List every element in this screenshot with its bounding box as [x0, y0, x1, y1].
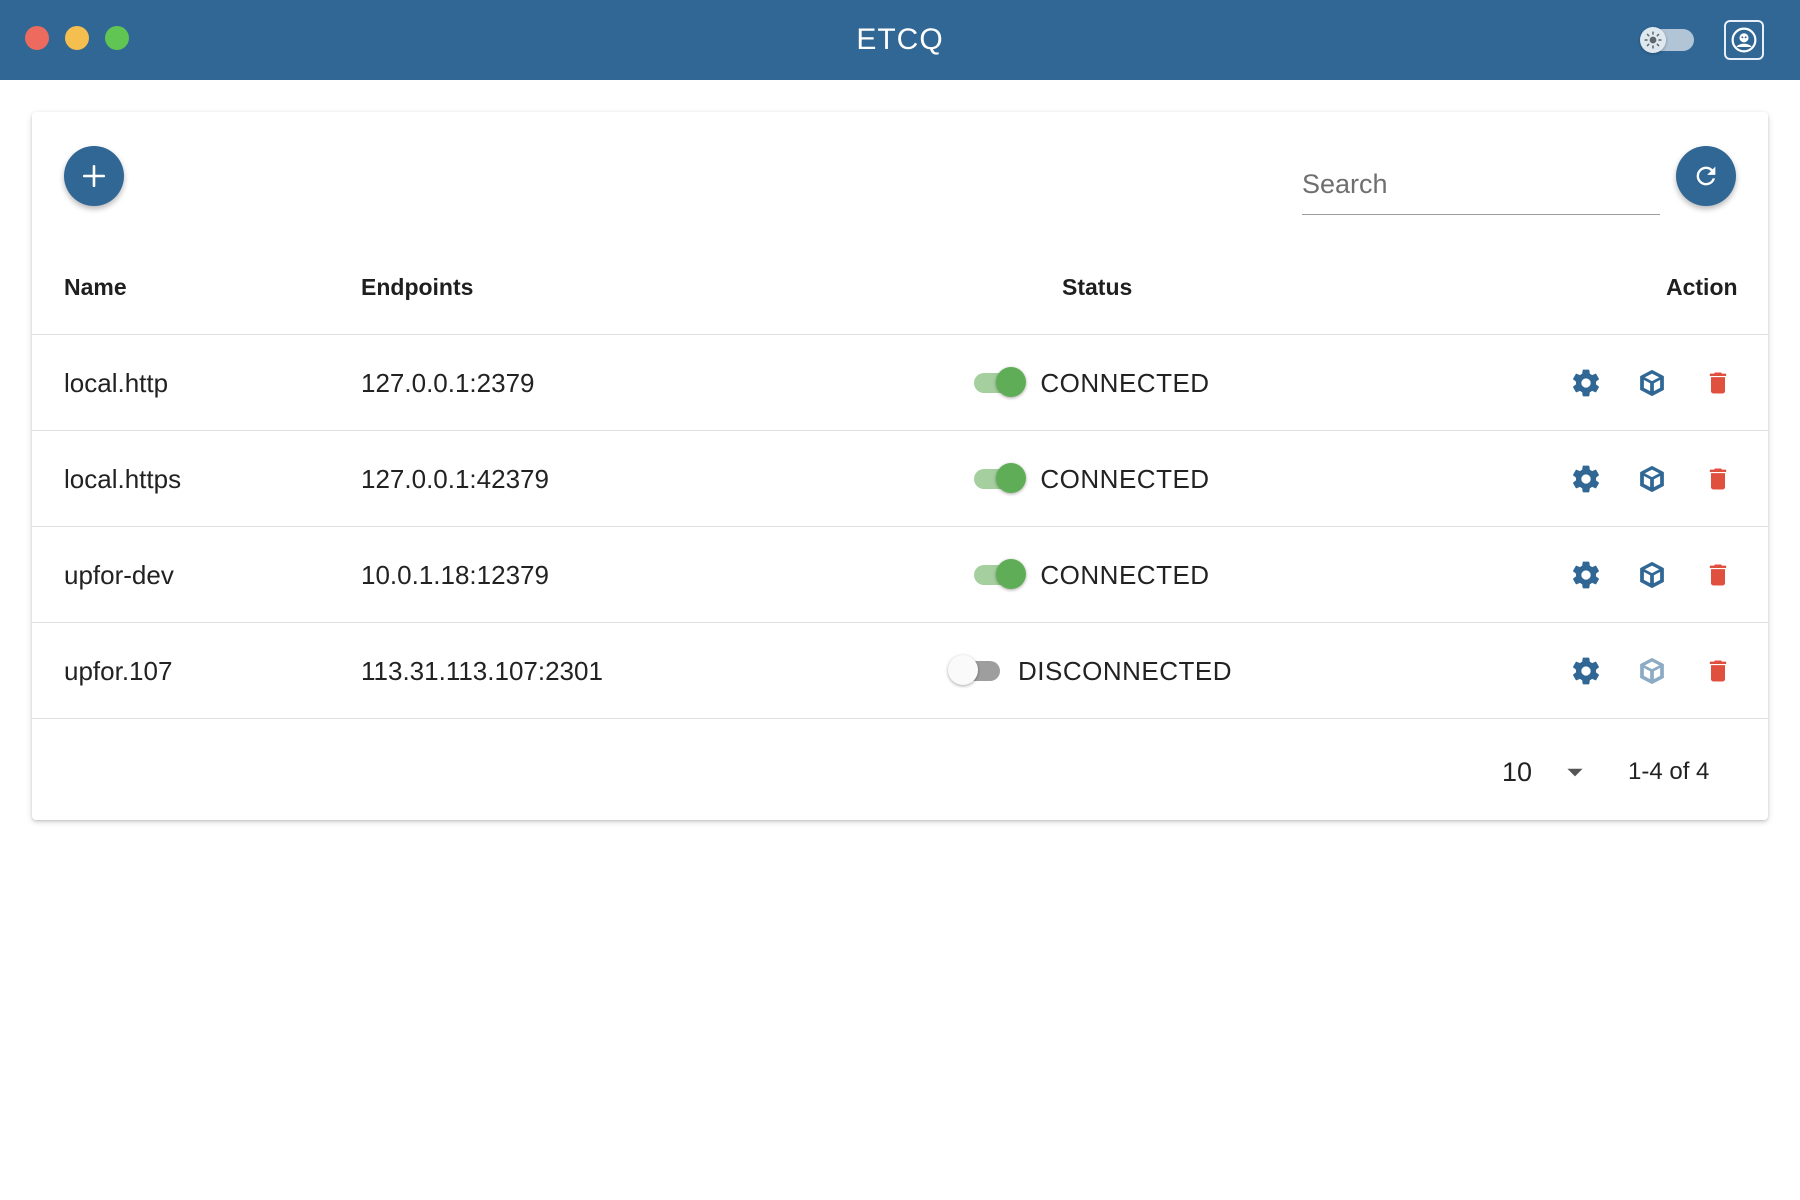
- status-text: CONNECTED: [1040, 559, 1210, 590]
- column-header-endpoints: Endpoints: [361, 274, 474, 300]
- connection-toggle[interactable]: [974, 463, 1027, 493]
- connection-toggle[interactable]: [974, 367, 1027, 397]
- browse-keys-button[interactable]: [1634, 653, 1670, 689]
- title-bar: ETCQ: [0, 0, 1800, 80]
- cluster-endpoint: 10.0.1.18:12379: [361, 560, 549, 590]
- app-title: ETCQ: [856, 23, 944, 56]
- gear-icon: [1573, 657, 1599, 685]
- cube-icon: [1640, 657, 1664, 685]
- status-text: CONNECTED: [1040, 367, 1210, 398]
- table-row: local.http 127.0.0.1:2379 CONNECTED: [32, 335, 1768, 431]
- browse-keys-button[interactable]: [1634, 557, 1670, 593]
- add-cluster-button[interactable]: [64, 146, 124, 206]
- cluster-name: upfor.107: [64, 656, 173, 686]
- settings-button[interactable]: [1568, 365, 1604, 401]
- delete-button[interactable]: [1700, 461, 1736, 497]
- cluster-endpoint: 127.0.0.1:42379: [361, 464, 549, 494]
- browse-keys-button[interactable]: [1634, 461, 1670, 497]
- rows-per-page-value: 10: [1502, 756, 1533, 787]
- column-header-name: Name: [64, 274, 127, 300]
- status-text: DISCONNECTED: [1017, 655, 1232, 686]
- table-row: upfor-dev 10.0.1.18:12379 CONNECTED: [32, 527, 1768, 623]
- cube-icon: [1640, 561, 1664, 589]
- status-cell: CONNECTED: [932, 527, 1252, 623]
- delete-button[interactable]: [1700, 653, 1736, 689]
- connection-toggle[interactable]: [974, 559, 1027, 589]
- trash-icon: [1709, 372, 1727, 394]
- cube-icon: [1640, 465, 1664, 493]
- refresh-button[interactable]: [1676, 146, 1736, 206]
- status-cell: CONNECTED: [932, 431, 1252, 527]
- rows-per-page-select[interactable]: 10: [1502, 744, 1612, 800]
- avatar-icon: [1731, 27, 1757, 53]
- cube-icon: [1640, 369, 1664, 397]
- clusters-card: Name Endpoints Status Action local.http …: [32, 112, 1768, 820]
- status-text: CONNECTED: [1040, 463, 1210, 494]
- gear-icon: [1573, 369, 1599, 397]
- settings-button[interactable]: [1568, 461, 1604, 497]
- search-field: [1302, 156, 1660, 215]
- search-input[interactable]: [1302, 156, 1660, 212]
- pagination-range: 1-4 of 4: [1628, 758, 1710, 785]
- plus-icon: [82, 164, 106, 188]
- delete-button[interactable]: [1700, 557, 1736, 593]
- refresh-icon: [1696, 166, 1716, 186]
- trash-icon: [1709, 564, 1727, 586]
- cluster-endpoint: 127.0.0.1:2379: [361, 368, 535, 398]
- sun-icon: [1640, 27, 1666, 53]
- browse-keys-button[interactable]: [1634, 365, 1670, 401]
- settings-button[interactable]: [1568, 557, 1604, 593]
- caret-down-icon: [1567, 768, 1583, 777]
- settings-button[interactable]: [1568, 653, 1604, 689]
- cluster-endpoint: 113.31.113.107:2301: [361, 656, 603, 686]
- app-window: ETCQ Search Name Endpoints Status Action…: [0, 0, 1800, 1200]
- connection-toggle[interactable]: [947, 655, 1000, 685]
- column-header-status: Status: [1062, 274, 1133, 300]
- theme-toggle[interactable]: [1640, 27, 1694, 53]
- status-cell: CONNECTED: [932, 335, 1252, 431]
- pagination-bar: 10 1-4 of 4: [32, 724, 1768, 820]
- cluster-name: upfor-dev: [64, 560, 174, 590]
- trash-icon: [1709, 660, 1727, 682]
- gear-icon: [1573, 561, 1599, 589]
- status-cell: DISCONNECTED: [932, 623, 1252, 719]
- cluster-name: local.http: [64, 368, 169, 398]
- table-row: local.https 127.0.0.1:42379 CONNECTED: [32, 431, 1768, 527]
- account-button[interactable]: [1724, 20, 1764, 60]
- table-row: upfor.107 113.31.113.107:2301 DISCONNECT…: [32, 623, 1768, 719]
- trash-icon: [1709, 468, 1727, 490]
- column-header-action: Action: [1666, 274, 1738, 300]
- cluster-name: local.https: [64, 464, 182, 494]
- gear-icon: [1573, 465, 1599, 493]
- delete-button[interactable]: [1700, 365, 1736, 401]
